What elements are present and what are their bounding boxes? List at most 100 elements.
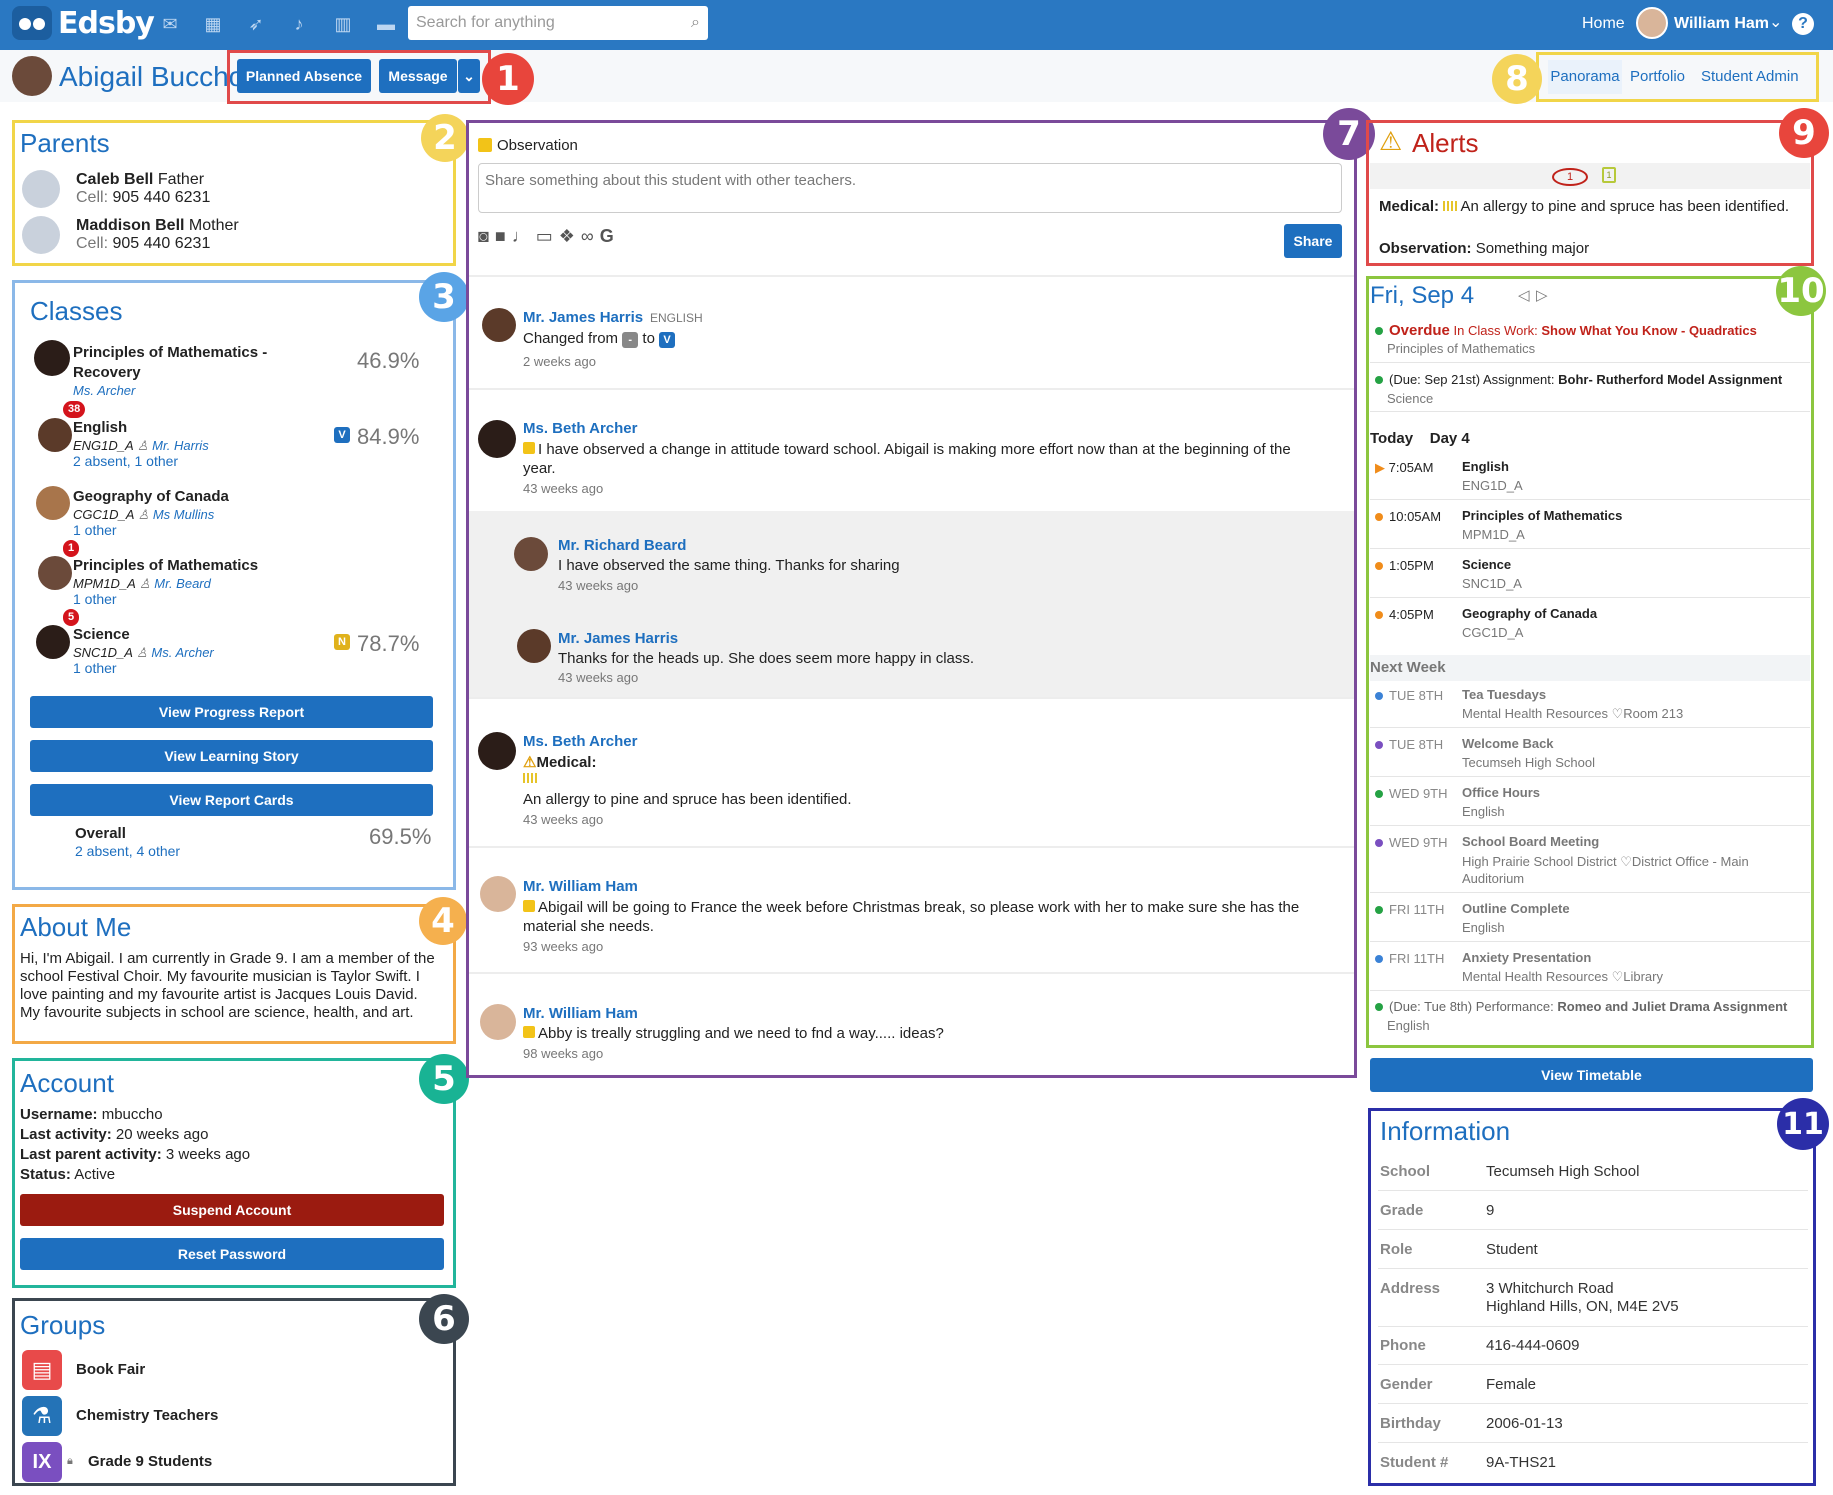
- link-icon[interactable]: ∞: [581, 226, 600, 246]
- view-learning-story-button[interactable]: View Learning Story: [30, 740, 433, 772]
- group-book-fair[interactable]: Book Fair: [76, 1361, 145, 1378]
- post-author[interactable]: Ms. Beth Archer: [523, 420, 637, 437]
- tab-panorama[interactable]: Panorama: [1548, 60, 1622, 94]
- group-chemistry-teachers[interactable]: Chemistry Teachers: [76, 1407, 218, 1424]
- bell-icon[interactable]: ♪: [289, 14, 309, 34]
- attachment-toolbar: ◙■♩▭❖∞G: [478, 226, 620, 247]
- tab-student-admin[interactable]: Student Admin: [1701, 68, 1799, 85]
- account-username: Username: mbuccho: [20, 1106, 163, 1123]
- microphone-icon[interactable]: ♩: [512, 226, 536, 246]
- message-button[interactable]: Message: [379, 59, 457, 93]
- app-logo[interactable]: Edsby: [58, 6, 155, 41]
- author-avatar: [480, 876, 516, 912]
- event-title[interactable]: Tea Tuesdays: [1462, 687, 1546, 702]
- home-link[interactable]: Home: [1582, 15, 1625, 33]
- view-timetable-button[interactable]: View Timetable: [1370, 1058, 1813, 1092]
- post-author[interactable]: Mr. William Ham: [523, 1005, 638, 1022]
- grade-mark-badge: V: [334, 427, 350, 443]
- today-time: 10:05AM: [1375, 509, 1441, 524]
- next-week-label: Next Week: [1370, 659, 1446, 676]
- parent-1[interactable]: Caleb Bell Father: [76, 171, 204, 189]
- mail-icon[interactable]: ✉: [160, 14, 180, 34]
- event-day: TUE 8TH: [1375, 737, 1443, 752]
- reply-time: 43 weeks ago: [558, 578, 639, 593]
- post-author[interactable]: Mr. James Harris: [523, 309, 643, 326]
- event-day: WED 9TH: [1375, 835, 1448, 850]
- account-title: Account: [20, 1068, 114, 1098]
- google-icon[interactable]: G: [600, 226, 620, 246]
- reply-text: I have observed the same thing. Thanks f…: [558, 557, 900, 574]
- suspend-account-button[interactable]: Suspend Account: [20, 1194, 444, 1226]
- divider: [1378, 1403, 1808, 1404]
- video-icon[interactable]: ■: [495, 226, 512, 246]
- event-title[interactable]: Anxiety Presentation: [1462, 950, 1591, 965]
- view-progress-report-button[interactable]: View Progress Report: [30, 696, 433, 728]
- alert-count-badge[interactable]: 1: [1552, 168, 1588, 186]
- group-grade-9-students[interactable]: Grade 9 Students: [88, 1453, 212, 1470]
- chart-icon[interactable]: ▥: [333, 14, 353, 34]
- event-title[interactable]: Outline Complete: [1462, 901, 1570, 916]
- prev-day-icon[interactable]: ◁: [1518, 286, 1530, 304]
- user-avatar[interactable]: [1636, 7, 1668, 39]
- teacher-avatar: [36, 486, 70, 520]
- view-report-cards-button[interactable]: View Report Cards: [30, 784, 433, 816]
- event-title[interactable]: Welcome Back: [1462, 736, 1554, 751]
- class-name[interactable]: Science: [73, 626, 130, 643]
- severity-icon: [523, 773, 537, 783]
- next-day-icon[interactable]: ▷: [1536, 286, 1548, 304]
- share-button[interactable]: Share: [1284, 224, 1342, 258]
- today-sub: ENG1D_A: [1462, 478, 1523, 493]
- calendar-icon[interactable]: ▦: [203, 14, 223, 34]
- class-name[interactable]: Principles of Mathematics - Recovery: [73, 343, 303, 383]
- reset-password-button[interactable]: Reset Password: [20, 1238, 444, 1270]
- calendar-icon[interactable]: 1: [1602, 167, 1616, 183]
- book-icon: ▤: [22, 1350, 62, 1390]
- overall-attendance[interactable]: 2 absent, 4 other: [75, 843, 180, 859]
- user-name[interactable]: William Ham: [1674, 15, 1769, 33]
- today-title[interactable]: Science: [1462, 557, 1511, 572]
- performance-item[interactable]: (Due: Tue 8th) Performance: Romeo and Ju…: [1375, 999, 1805, 1014]
- class-teacher[interactable]: Ms. Archer: [73, 383, 135, 398]
- performance-course: English: [1387, 1018, 1430, 1033]
- message-dropdown-button[interactable]: ⌄: [458, 59, 480, 93]
- class-attendance[interactable]: 1 other: [73, 591, 117, 607]
- folder-icon[interactable]: ▬: [376, 14, 396, 34]
- class-attendance[interactable]: 1 other: [73, 660, 117, 676]
- event-sub: English: [1462, 920, 1505, 935]
- divider: [1370, 892, 1810, 893]
- reply-author[interactable]: Mr. Richard Beard: [558, 537, 686, 554]
- today-sub: MPM1D_A: [1462, 527, 1525, 542]
- class-grade: 78.7%: [357, 631, 420, 656]
- post-author[interactable]: Mr. William Ham: [523, 878, 638, 895]
- planned-absence-button[interactable]: Planned Absence: [237, 59, 371, 93]
- dropbox-icon[interactable]: ❖: [559, 226, 581, 246]
- class-attendance[interactable]: 1 other: [73, 522, 117, 538]
- post-time: 43 weeks ago: [523, 481, 604, 496]
- today-title[interactable]: English: [1462, 459, 1509, 474]
- document-icon[interactable]: ▭: [536, 226, 559, 246]
- today-title[interactable]: Principles of Mathematics: [1462, 508, 1622, 523]
- observation-input[interactable]: Share something about this student with …: [478, 163, 1342, 213]
- rocket-icon[interactable]: ➶: [246, 14, 266, 34]
- post-author[interactable]: Ms. Beth Archer: [523, 733, 637, 750]
- search-icon: ⌕: [691, 14, 700, 31]
- edsby-logo-icon[interactable]: [12, 6, 52, 40]
- overdue-item[interactable]: Overdue In Class Work: Show What You Kno…: [1375, 322, 1795, 339]
- search-input[interactable]: Search for anything ⌕: [408, 6, 708, 40]
- reply-author[interactable]: Mr. James Harris: [558, 630, 678, 647]
- tab-portfolio[interactable]: Portfolio: [1630, 68, 1685, 85]
- class-attendance[interactable]: 2 absent, 1 other: [73, 453, 178, 469]
- event-sub: Mental Health Resources ♡Room 213: [1462, 706, 1684, 721]
- class-name[interactable]: English: [73, 419, 127, 436]
- class-name[interactable]: Principles of Mathematics: [73, 557, 258, 574]
- today-title[interactable]: Geography of Canada: [1462, 606, 1597, 621]
- parent-2[interactable]: Maddison Bell Mother: [76, 217, 239, 235]
- help-icon[interactable]: ?: [1792, 13, 1814, 35]
- due-item[interactable]: (Due: Sep 21st) Assignment: Bohr- Ruther…: [1375, 372, 1805, 387]
- chevron-down-icon[interactable]: ⌄: [1769, 12, 1782, 32]
- event-title[interactable]: Office Hours: [1462, 785, 1540, 800]
- today-time: ▶ 7:05AM: [1375, 460, 1434, 475]
- event-title[interactable]: School Board Meeting: [1462, 834, 1599, 849]
- class-name[interactable]: Geography of Canada: [73, 488, 229, 505]
- camera-icon[interactable]: ◙: [478, 226, 495, 246]
